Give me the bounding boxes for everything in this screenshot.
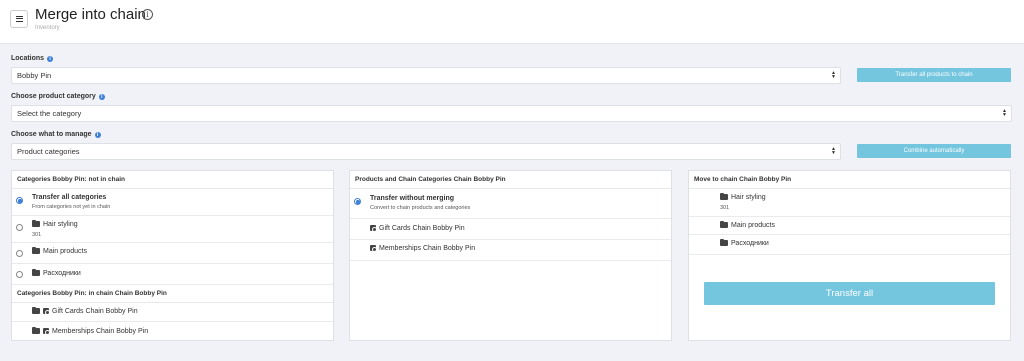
list-item[interactable]: Расходники bbox=[12, 264, 333, 285]
in-chain-title: Categories Bobby Pin: in chain Chain Bob… bbox=[12, 285, 333, 303]
list-item-label: Hair styling bbox=[731, 194, 766, 201]
locations-select-value: Bobby Pin bbox=[17, 71, 52, 80]
folder-icon bbox=[32, 219, 40, 228]
folder-icon bbox=[720, 192, 728, 201]
select-arrows-icon: ▲ ▼ bbox=[831, 146, 836, 156]
radio-button[interactable] bbox=[16, 271, 23, 278]
list-item[interactable]: Hair styling 301 bbox=[12, 216, 333, 243]
gift-card-icon bbox=[43, 328, 50, 335]
category-label: Choose product category i bbox=[11, 93, 105, 100]
chain-categories-title: Products and Chain Categories Chain Bobb… bbox=[350, 171, 671, 189]
hamburger-icon bbox=[15, 16, 23, 22]
locations-select[interactable]: Bobby Pin ▲ ▼ bbox=[11, 67, 841, 84]
info-icon[interactable]: i bbox=[98, 93, 105, 100]
gift-card-icon bbox=[370, 245, 377, 252]
list-item-label: Transfer all categories bbox=[32, 194, 107, 201]
list-item-sub: 301 bbox=[720, 205, 730, 211]
category-select-value: Select the category bbox=[17, 109, 82, 118]
radio-selected[interactable] bbox=[354, 198, 361, 205]
manage-label-text: Choose what to manage bbox=[11, 131, 92, 138]
move-to-chain-panel: Move to chain Chain Bobby Pin Hair styli… bbox=[688, 170, 1011, 341]
info-icon[interactable]: i bbox=[142, 9, 153, 20]
info-icon[interactable]: i bbox=[47, 55, 54, 62]
locations-label: Locations i bbox=[11, 55, 54, 62]
list-item-label: Memberships Chain Bobby Pin bbox=[379, 245, 476, 252]
select-arrows-icon: ▲ ▼ bbox=[1002, 108, 1007, 118]
list-item[interactable]: Transfer without merging Convert to chai… bbox=[350, 189, 671, 219]
not-in-chain-title: Categories Bobby Pin: not in chain bbox=[12, 171, 333, 189]
list-item-label: Расходники bbox=[43, 270, 81, 277]
list-item-label: Transfer without merging bbox=[370, 195, 455, 202]
radio-button[interactable] bbox=[16, 224, 23, 231]
not-in-chain-panel: Categories Bobby Pin: not in chain Trans… bbox=[11, 170, 334, 341]
list-item: Расходники bbox=[689, 235, 1010, 255]
page-title: Merge into chain bbox=[35, 6, 146, 23]
list-item[interactable]: Transfer all categories From categories … bbox=[12, 189, 333, 216]
locations-label-text: Locations bbox=[11, 55, 45, 62]
gift-card-icon bbox=[370, 225, 377, 232]
radio-selected[interactable] bbox=[16, 197, 23, 204]
list-item-sub: Convert to chain products and categories bbox=[370, 205, 471, 211]
list-item-label: Memberships Chain Bobby Pin bbox=[52, 328, 149, 335]
folder-icon bbox=[32, 268, 40, 277]
folder-icon bbox=[720, 220, 728, 229]
manage-label: Choose what to manage i bbox=[11, 131, 101, 138]
list-item-label: Hair styling bbox=[43, 221, 78, 228]
list-item-label: Расходники bbox=[731, 240, 769, 247]
manage-select[interactable]: Product categories ▲ ▼ bbox=[11, 143, 841, 160]
list-item-label: Gift Cards Chain Bobby Pin bbox=[379, 225, 465, 232]
list-item-sub: 301 bbox=[32, 232, 42, 238]
folder-icon bbox=[720, 238, 728, 247]
list-item: Memberships Chain Bobby Pin bbox=[12, 322, 333, 341]
folder-icon bbox=[32, 246, 40, 255]
combine-automatically-button[interactable]: Combine automatically bbox=[857, 144, 1011, 158]
list-item[interactable]: Main products bbox=[12, 243, 333, 264]
category-label-text: Choose product category bbox=[11, 93, 96, 100]
list-item: Gift Cards Chain Bobby Pin bbox=[12, 303, 333, 322]
list-item: Main products bbox=[689, 217, 1010, 235]
manage-select-value: Product categories bbox=[17, 147, 80, 156]
list-item[interactable]: Gift Cards Chain Bobby Pin bbox=[350, 219, 671, 240]
list-item-label: Gift Cards Chain Bobby Pin bbox=[52, 308, 138, 315]
list-item-sub: From categories not yet in chain bbox=[32, 204, 111, 210]
radio-button[interactable] bbox=[16, 250, 23, 257]
list-item: Hair styling 301 bbox=[689, 189, 1010, 217]
list-item[interactable]: Memberships Chain Bobby Pin bbox=[350, 240, 671, 261]
transfer-all-products-button[interactable]: Transfer all products to chain bbox=[857, 68, 1011, 82]
select-arrows-icon: ▲ ▼ bbox=[831, 70, 836, 80]
menu-toggle-button[interactable] bbox=[10, 10, 28, 28]
list-item-label: Main products bbox=[43, 248, 87, 255]
folder-icon bbox=[32, 326, 40, 335]
gift-card-icon bbox=[43, 308, 50, 315]
chain-categories-panel: Products and Chain Categories Chain Bobb… bbox=[349, 170, 672, 341]
page-header: Merge into chain i Inventory bbox=[0, 0, 1024, 44]
folder-icon bbox=[32, 306, 40, 315]
list-item-label: Main products bbox=[731, 222, 775, 229]
category-select[interactable]: Select the category ▲ ▼ bbox=[11, 105, 1012, 122]
page-subtitle: Inventory bbox=[35, 25, 60, 31]
move-to-chain-title: Move to chain Chain Bobby Pin bbox=[689, 171, 1010, 189]
transfer-all-button[interactable]: Transfer all bbox=[704, 282, 995, 305]
info-icon[interactable]: i bbox=[94, 131, 101, 138]
